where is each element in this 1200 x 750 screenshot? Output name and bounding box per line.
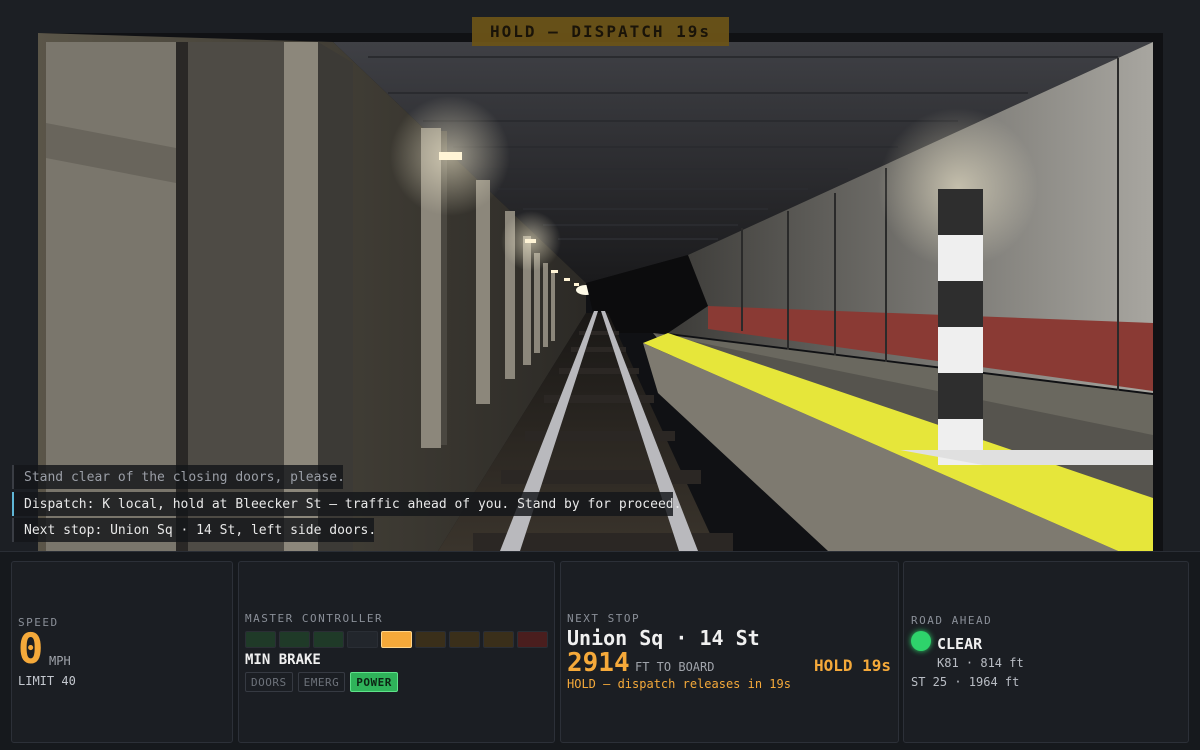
emergency-button[interactable]: EMERG <box>297 672 346 692</box>
power-button[interactable]: POWER <box>350 672 398 692</box>
road-ahead-panel: ROAD AHEAD CLEAR K81 · 814 ft ST 25 · 19… <box>903 561 1189 743</box>
hold-banner: HOLD — DISPATCH 19s <box>472 17 729 46</box>
controller-notch[interactable] <box>313 631 344 648</box>
controller-notch[interactable] <box>517 631 548 648</box>
message-dispatch: Dispatch: K local, hold at Bleecker St —… <box>12 492 681 516</box>
speed-limit: LIMIT 40 <box>18 674 76 688</box>
hold-note: HOLD — dispatch releases in 19s <box>567 677 791 691</box>
controller-notch[interactable] <box>347 631 378 648</box>
next-stop-panel: NEXT STOP Union Sq · 14 St 2914 FT TO BO… <box>560 561 899 743</box>
message-announcement: Stand clear of the closing doors, please… <box>12 465 345 489</box>
controller-notch[interactable] <box>483 631 514 648</box>
cab-dashboard: SPEED 0 MPH LIMIT 40 MASTER CONTROLLER M… <box>0 551 1200 750</box>
controller-state: MIN BRAKE <box>245 652 321 668</box>
next-stop-name: Union Sq · 14 St <box>567 626 760 650</box>
controller-notch[interactable] <box>449 631 480 648</box>
controller-notch[interactable] <box>381 631 412 648</box>
controller-notches[interactable] <box>245 631 548 648</box>
next-stop-label: NEXT STOP <box>567 612 641 625</box>
signal-light-icon <box>911 631 931 651</box>
doors-button[interactable]: DOORS <box>245 672 293 692</box>
distance-unit: FT TO BOARD <box>635 660 715 674</box>
controller-notch[interactable] <box>415 631 446 648</box>
controller-buttons: DOORS EMERG POWER <box>245 672 398 692</box>
master-controller-panel: MASTER CONTROLLER MIN BRAKE DOORS EMERG … <box>238 561 555 743</box>
road-state: CLEAR <box>937 635 983 653</box>
train-ahead-info: K81 · 814 ft <box>937 656 1024 670</box>
distance-value: 2914 <box>567 648 630 678</box>
controller-label: MASTER CONTROLLER <box>245 612 384 625</box>
hold-timer: HOLD 19s <box>813 656 891 675</box>
speed-value: 0 <box>18 624 44 673</box>
road-ahead-label: ROAD AHEAD <box>911 614 993 627</box>
controller-notch[interactable] <box>279 631 310 648</box>
speed-unit: MPH <box>49 654 71 668</box>
controller-notch[interactable] <box>245 631 276 648</box>
message-next-stop: Next stop: Union Sq · 14 St, left side d… <box>12 518 376 542</box>
next-signal-info: ST 25 · 1964 ft <box>911 675 1020 689</box>
speed-panel: SPEED 0 MPH LIMIT 40 <box>11 561 233 743</box>
